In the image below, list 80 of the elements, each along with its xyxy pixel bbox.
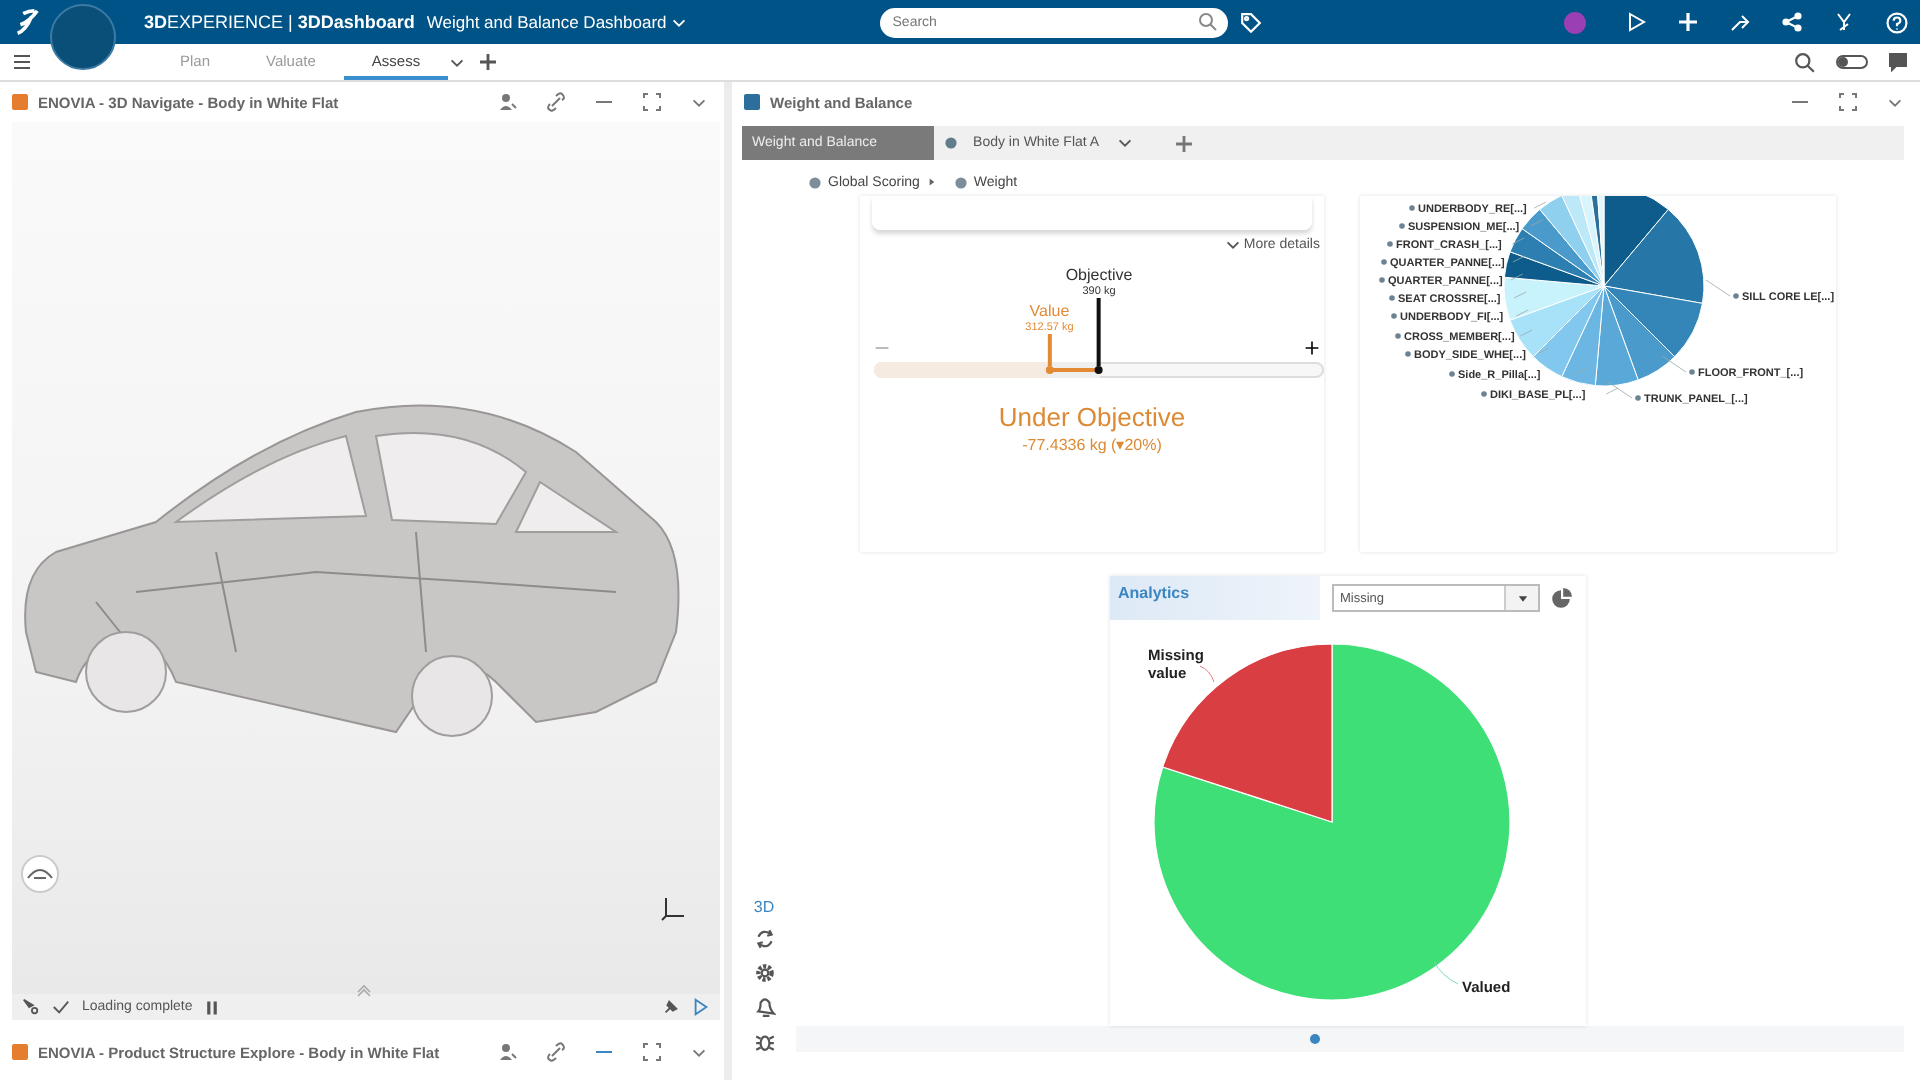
legend-dot-icon bbox=[1449, 371, 1455, 377]
menu-icon[interactable] bbox=[12, 52, 32, 72]
toggle-icon[interactable] bbox=[1836, 52, 1868, 72]
link-icon[interactable] bbox=[546, 1042, 566, 1062]
legend-dot-icon bbox=[1409, 205, 1415, 211]
expand-icon[interactable] bbox=[642, 92, 662, 112]
delta-text: -77.4336 kg (▾20%) bbox=[1020, 436, 1164, 454]
leader-line bbox=[1536, 347, 1550, 355]
link-icon[interactable] bbox=[546, 92, 566, 112]
axis-icon bbox=[660, 894, 688, 922]
legend-dot-icon bbox=[1733, 293, 1739, 299]
leader-line bbox=[1511, 237, 1525, 245]
expand-icon[interactable] bbox=[1838, 92, 1858, 112]
user-icon[interactable] bbox=[498, 92, 518, 112]
leader-line bbox=[1661, 355, 1687, 373]
cursor-icon[interactable] bbox=[22, 998, 40, 1016]
leader-line bbox=[1530, 219, 1544, 227]
caret-right-icon bbox=[925, 176, 938, 188]
app-icon bbox=[744, 94, 760, 110]
plus-icon[interactable] bbox=[1304, 340, 1320, 356]
legend-dot-icon bbox=[1399, 223, 1405, 229]
leader-line bbox=[1705, 279, 1731, 297]
leader-line bbox=[1512, 255, 1526, 263]
add-tab-icon[interactable] bbox=[478, 52, 499, 72]
legend-dot-icon bbox=[1391, 313, 1397, 319]
bell-icon[interactable] bbox=[753, 996, 775, 1018]
user-icon[interactable] bbox=[498, 1042, 518, 1062]
legend-dot-icon bbox=[1395, 333, 1401, 339]
leader-line bbox=[1533, 201, 1547, 209]
network-icon[interactable] bbox=[1782, 12, 1802, 32]
marker-dot bbox=[1045, 366, 1054, 374]
legend-dot-icon bbox=[1379, 277, 1385, 283]
marker-line bbox=[1047, 334, 1052, 366]
tag-icon[interactable] bbox=[1240, 11, 1263, 33]
3d-toggle[interactable]: 3D bbox=[753, 898, 775, 916]
legend-dot-icon bbox=[1635, 395, 1641, 401]
zoom-search-icon[interactable] bbox=[1794, 51, 1816, 73]
legend-dot-icon bbox=[1481, 391, 1487, 397]
caret-icon[interactable] bbox=[1115, 134, 1134, 152]
leader-line bbox=[1199, 665, 1215, 683]
legend-dot-icon bbox=[1381, 259, 1387, 265]
legend-dot-icon bbox=[1405, 351, 1411, 357]
leader-line bbox=[1433, 961, 1459, 985]
marker-label: Value bbox=[1029, 302, 1070, 320]
dashboard-title[interactable]: Weight and Balance Dashboard bbox=[426, 12, 689, 32]
tools-icon[interactable] bbox=[1834, 12, 1854, 32]
play-icon[interactable] bbox=[692, 998, 710, 1016]
app-icon bbox=[12, 1044, 28, 1060]
analytics-title: Analytics bbox=[1110, 576, 1320, 620]
dropdown-arrow-icon bbox=[1515, 591, 1529, 605]
check-icon bbox=[52, 998, 70, 1016]
add-tab-icon[interactable] bbox=[1173, 133, 1194, 153]
help-icon[interactable] bbox=[1886, 11, 1908, 33]
settings-icon[interactable] bbox=[753, 962, 775, 984]
marker-label: Objective bbox=[1065, 266, 1133, 284]
pause-icon[interactable] bbox=[204, 999, 221, 1015]
pie-chart-icon[interactable] bbox=[1550, 587, 1572, 609]
legend-dot-icon bbox=[1689, 369, 1695, 375]
brand-logo-icon bbox=[12, 8, 40, 36]
legend-dot-icon bbox=[1387, 241, 1393, 247]
legend-dot-icon bbox=[1389, 295, 1395, 301]
app-icon bbox=[12, 94, 28, 110]
leader-line bbox=[1510, 273, 1524, 281]
leader-line bbox=[1519, 329, 1533, 337]
marker-dot bbox=[1095, 366, 1103, 374]
refresh-icon[interactable] bbox=[753, 928, 775, 950]
page-dot[interactable] bbox=[1310, 1034, 1320, 1044]
leader-line bbox=[1573, 367, 1587, 375]
pin-icon[interactable] bbox=[662, 998, 680, 1016]
search-icon[interactable] bbox=[1198, 12, 1219, 32]
app-brand: 3DEXPERIENCE | 3DDashboard bbox=[144, 12, 415, 32]
caret-icon[interactable] bbox=[1223, 236, 1242, 254]
expand-icon[interactable] bbox=[642, 1042, 662, 1062]
marker-line bbox=[1097, 298, 1101, 366]
leader-line bbox=[1513, 291, 1527, 299]
status-heading: Under Objective bbox=[996, 402, 1188, 432]
share-icon[interactable] bbox=[1730, 12, 1750, 32]
bug-icon[interactable] bbox=[753, 1030, 775, 1052]
chat-icon[interactable] bbox=[1888, 52, 1908, 72]
leader-line bbox=[1515, 309, 1529, 317]
